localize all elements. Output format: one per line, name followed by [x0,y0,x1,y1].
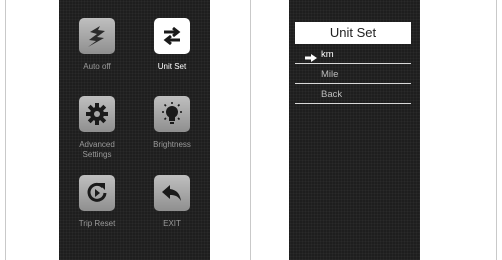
option-label: Back [321,89,343,100]
gear-icon [79,96,115,132]
tile-exit[interactable]: EXIT [134,175,210,229]
unit-set-title: Unit Set [295,22,411,44]
unit-set-screen: Unit Set km Mile Back [289,0,420,260]
tile-advanced-settings[interactable]: Advanced Settings [59,96,135,160]
lightning-icon [79,18,115,54]
tile-label: Brightness [153,140,191,149]
reset-icon [79,175,115,211]
tile-label: Trip Reset [78,219,116,228]
tile-trip-reset[interactable]: Trip Reset [59,175,135,229]
option-back[interactable]: Back [295,86,411,104]
tile-label: Auto off [83,62,111,71]
option-mile[interactable]: Mile [295,66,411,84]
tile-label: Unit Set [157,62,187,71]
settings-menu-screen: Auto off Unit Set Advanced Settings Brig… [59,0,210,260]
tile-label: EXIT [163,219,181,228]
lightbulb-icon [154,96,190,132]
option-label: Mile [321,69,339,80]
option-label: km [321,49,334,60]
tile-auto-off[interactable]: Auto off [59,18,135,72]
tile-unit-set[interactable]: Unit Set [134,18,210,72]
tile-label: Advanced Settings [79,140,115,159]
panel-divider [250,0,251,260]
tile-brightness[interactable]: Brightness [134,96,210,150]
swap-arrows-icon [154,18,190,54]
option-km[interactable]: km [295,46,411,64]
back-arrow-icon [154,175,190,211]
